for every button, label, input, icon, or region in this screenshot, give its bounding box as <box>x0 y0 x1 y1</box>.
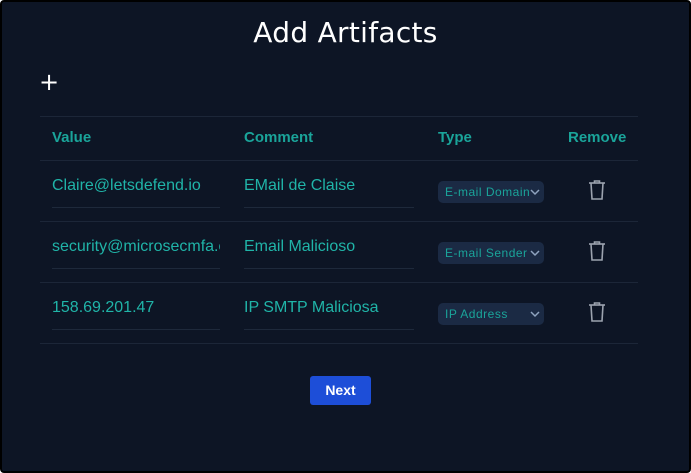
chevron-down-icon <box>530 189 540 196</box>
header-comment: Comment <box>244 129 314 146</box>
header-remove: Remove <box>568 129 627 146</box>
modal-title: Add Artifacts <box>253 16 438 49</box>
type-select-value: IP Address <box>445 307 508 321</box>
type-select[interactable]: IP Address <box>438 303 544 325</box>
value-input[interactable]: Claire@letsdefend.io <box>52 161 220 208</box>
type-select[interactable]: E-mail Sender <box>438 242 544 264</box>
comment-input[interactable]: EMail de Claise <box>244 161 414 208</box>
add-artifact-button[interactable]: + <box>38 68 60 96</box>
plus-icon: + <box>38 68 60 96</box>
value-input[interactable]: security@microsecmfa.com <box>52 222 220 269</box>
table-row: 158.69.201.47 IP SMTP Maliciosa IP Addre… <box>40 283 638 344</box>
header-type: Type <box>438 129 472 146</box>
type-select-value: E-mail Domain <box>445 185 529 199</box>
table-row: security@microsecmfa.com Email Malicioso… <box>40 222 638 283</box>
table-row: Claire@letsdefend.io EMail de Claise E-m… <box>40 161 638 222</box>
chevron-down-icon <box>530 311 540 318</box>
type-select-value: E-mail Sender <box>445 246 528 260</box>
comment-input[interactable]: IP SMTP Maliciosa <box>244 283 414 330</box>
chevron-down-icon <box>530 250 540 257</box>
trash-icon[interactable] <box>588 301 606 323</box>
header-value: Value <box>52 129 92 146</box>
trash-icon[interactable] <box>588 240 606 262</box>
trash-icon[interactable] <box>588 179 606 201</box>
comment-input[interactable]: Email Malicioso <box>244 222 414 269</box>
next-button[interactable]: Next <box>310 376 371 405</box>
table-divider <box>40 343 638 344</box>
table-divider <box>40 116 638 117</box>
value-input[interactable]: 158.69.201.47 <box>52 283 220 330</box>
type-select[interactable]: E-mail Domain <box>438 181 544 203</box>
add-artifacts-modal: Add Artifacts + Value Comment Type Remov… <box>0 0 691 473</box>
